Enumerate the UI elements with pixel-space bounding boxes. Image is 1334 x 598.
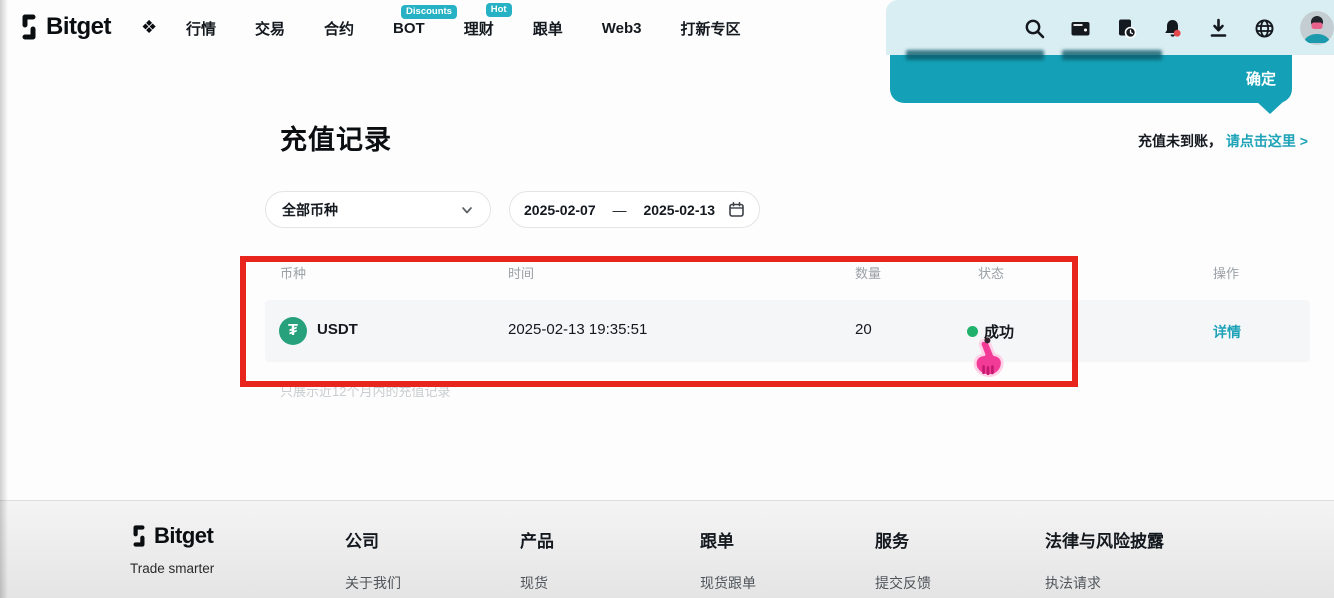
col-header-amount: 数量 — [855, 263, 881, 282]
footer-link-feedback[interactable]: 提交反馈 — [875, 573, 931, 593]
hot-badge: Hot — [486, 3, 512, 17]
row-amount: 20 — [855, 321, 872, 338]
wallet-icon[interactable] — [1070, 18, 1091, 39]
footer-col-legal: 法律与风险披露 — [1045, 527, 1164, 552]
top-navbar: Bitget ❖ 行情 交易 合约 BOT Discounts 理财 Hot 跟… — [0, 0, 1334, 56]
row-coin: USDT — [317, 321, 358, 338]
apps-grid-icon[interactable]: ❖ — [141, 17, 157, 38]
deposit-help-line: 充值未到账， 请点击这里 > — [1138, 131, 1308, 151]
footer-col-company: 公司 — [345, 527, 379, 552]
date-separator: — — [613, 202, 627, 218]
header-icon-group — [1024, 0, 1334, 56]
nav-bot[interactable]: BOT Discounts — [393, 20, 425, 37]
table-footnote: 只展示近12个月内的充值记录 — [280, 381, 450, 400]
usdt-icon: ₮ — [279, 317, 307, 345]
row-status: 成功 — [984, 321, 1014, 342]
footer-col-copytrading: 跟单 — [700, 527, 734, 552]
notifications-icon[interactable] — [1162, 18, 1183, 39]
col-header-action: 操作 — [1213, 263, 1239, 282]
footer-brand-name: Bitget — [154, 523, 213, 549]
tooltip-popup — [890, 55, 1292, 103]
chevron-down-icon — [460, 203, 474, 217]
row-detail-link[interactable]: 详情 — [1213, 322, 1241, 342]
bitget-deposit-records-page: 确定 Bitget ❖ 行情 交易 合约 BOT Discounts 理财 Ho… — [0, 0, 1334, 598]
footer-col-products: 产品 — [520, 527, 554, 552]
table-row[interactable]: ₮ USDT 2025-02-13 19:35:51 20 成功 详情 — [265, 300, 1310, 362]
popup-obscured-text — [906, 50, 1044, 60]
col-header-coin: 币种 — [280, 263, 306, 282]
order-history-icon[interactable] — [1116, 18, 1137, 39]
tooltip-popup-tail — [1256, 101, 1284, 114]
confirm-button[interactable]: 确定 — [1246, 68, 1318, 89]
date-from: 2025-02-07 — [524, 202, 596, 218]
brand-name: Bitget — [46, 13, 111, 41]
popup-obscured-text — [1062, 50, 1162, 60]
help-text: 充值未到账， — [1138, 133, 1222, 149]
row-time: 2025-02-13 19:35:51 — [508, 321, 647, 338]
date-range-picker[interactable]: 2025-02-07 — 2025-02-13 — [509, 191, 760, 228]
bitget-logo[interactable]: Bitget — [16, 13, 111, 41]
page-title: 充值记录 — [280, 118, 392, 157]
nav-launchpad[interactable]: 打新专区 — [680, 18, 740, 39]
nav-web3[interactable]: Web3 — [602, 20, 642, 37]
col-header-status: 状态 — [978, 263, 1004, 282]
page-footer: Bitget Trade smarter 公司 关于我们 产品 现货 跟单 现货… — [0, 500, 1334, 598]
nav-copy-trading[interactable]: 跟单 — [533, 18, 563, 39]
date-to: 2025-02-13 — [643, 202, 715, 218]
footer-link-law-enforcement[interactable]: 执法请求 — [1045, 573, 1101, 593]
language-globe-icon[interactable] — [1254, 18, 1275, 39]
main-nav: 行情 交易 合约 BOT Discounts 理财 Hot 跟单 Web3 打新… — [186, 0, 741, 56]
calendar-icon — [728, 201, 745, 218]
footer-link-spot[interactable]: 现货 — [520, 573, 548, 593]
bitget-logo-icon — [16, 14, 42, 40]
col-header-time: 时间 — [508, 263, 534, 282]
nav-earn[interactable]: 理财 Hot — [464, 18, 494, 39]
nav-markets[interactable]: 行情 — [186, 18, 216, 39]
coin-filter-select[interactable]: 全部币种 — [265, 191, 491, 228]
brand-tagline: Trade smarter — [130, 561, 214, 576]
footer-bitget-logo: Bitget — [128, 523, 213, 549]
discounts-badge: Discounts — [401, 5, 457, 19]
footer-col-services: 服务 — [875, 527, 909, 552]
coin-filter-value: 全部币种 — [282, 200, 338, 220]
footer-link-about[interactable]: 关于我们 — [345, 573, 401, 593]
help-link[interactable]: 请点击这里 > — [1226, 133, 1308, 149]
nav-futures[interactable]: 合约 — [324, 18, 354, 39]
footer-link-spot-copy[interactable]: 现货跟单 — [700, 573, 756, 593]
status-success-dot — [967, 326, 978, 337]
nav-trade[interactable]: 交易 — [255, 18, 285, 39]
bitget-logo-icon — [128, 525, 150, 547]
search-icon[interactable] — [1024, 18, 1045, 39]
download-app-icon[interactable] — [1208, 18, 1229, 39]
user-avatar[interactable] — [1300, 11, 1334, 45]
